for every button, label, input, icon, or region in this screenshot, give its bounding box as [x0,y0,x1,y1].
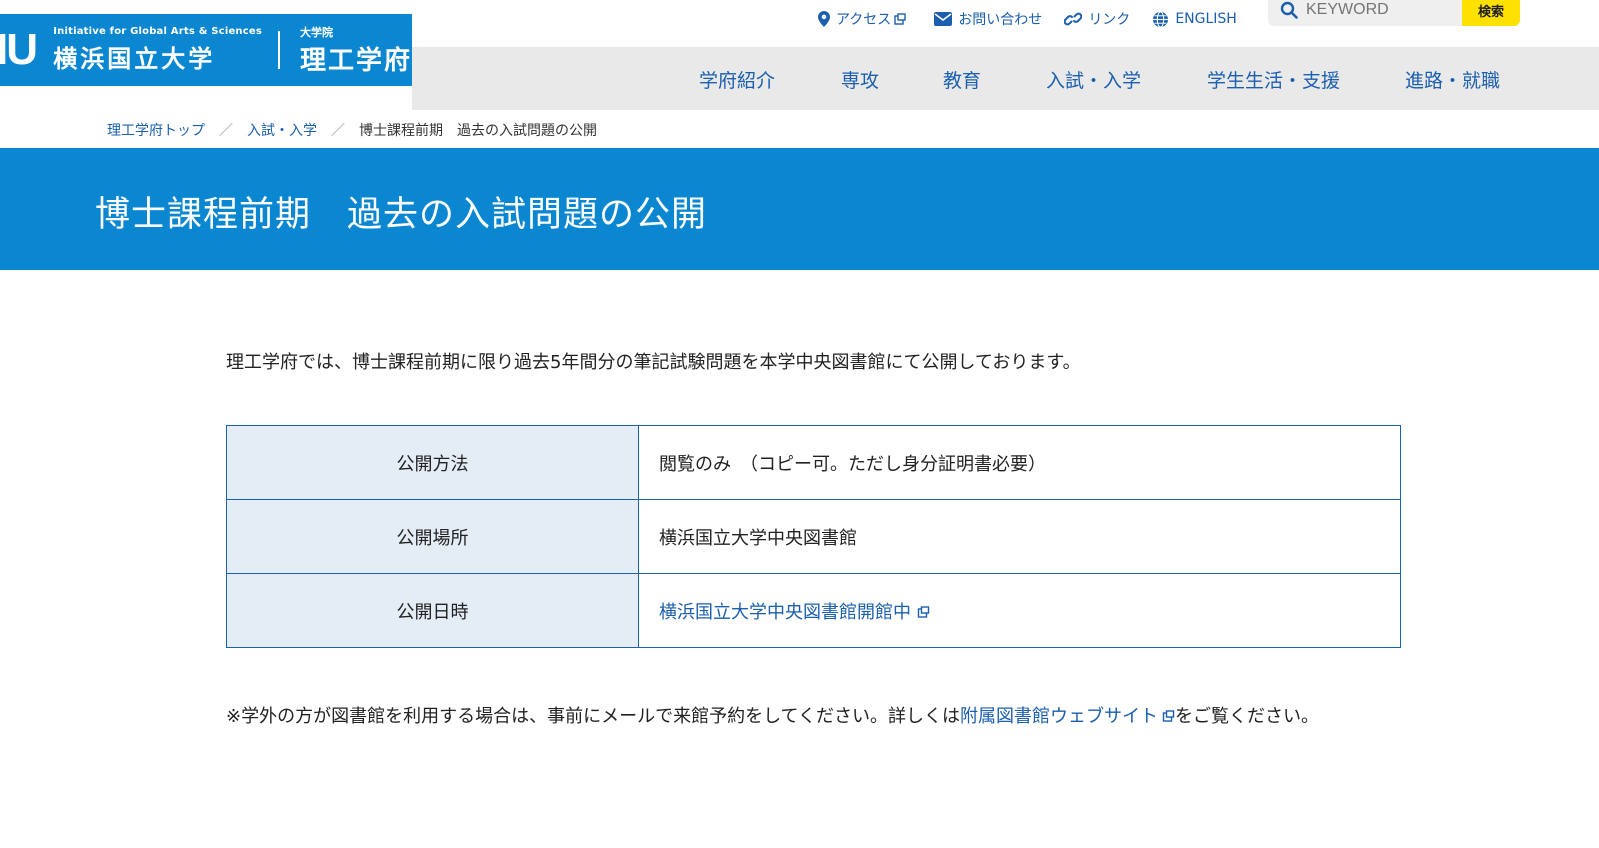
university-name-en: Initiative for Global Arts & Sciences [53,26,263,37]
nav-item-majors[interactable]: 専攻 [841,66,879,93]
breadcrumb-separator: ／ [331,123,345,139]
table-value-place: 横浜国立大学中央図書館 [638,499,1401,574]
university-name: Initiative for Global Arts & Sciences 横浜… [53,26,262,74]
globe-icon [1153,10,1169,28]
breadcrumb-current: 博士課程前期 過去の入試問題の公開 [359,123,597,139]
info-table: 公開方法 閲覧のみ （コピー可。ただし身分証明書必要） 公開場所 横浜国立大学中… [226,425,1401,648]
table-row: 公開日時 横浜国立大学中央図書館開館中 [226,573,1401,648]
logo-mark: IU [0,25,38,74]
note-text-before: ※学外の方が図書館を利用する場合は、事前にメールで来館予約をしてください。詳しく… [226,706,960,727]
external-link-icon [917,605,930,618]
search-button[interactable]: 検索 [1462,0,1520,26]
graduate-school-label: 大学院 [299,25,333,39]
utility-bar: アクセス お問い合わせ リンク ENGLISH [818,6,1259,32]
chain-link-icon [1064,12,1083,26]
table-key-method: 公開方法 [226,425,639,500]
table-key-place: 公開場所 [226,499,639,574]
faculty-name: 大学院 理工学府 [300,24,412,77]
nav-item-about[interactable]: 学府紹介 [699,66,775,93]
nav-item-admissions[interactable]: 入試・入学 [1046,66,1141,93]
search-box: 検索 [1268,0,1520,26]
search-input[interactable] [1306,0,1446,23]
access-link[interactable]: アクセス [818,9,912,29]
link-label: リンク [1088,12,1131,28]
page-title-band: 博士課程前期 過去の入試問題の公開 [0,148,1599,270]
library-note: ※学外の方が図書館を利用する場合は、事前にメールで来館予約をしてください。詳しく… [226,702,1319,728]
mail-icon [934,12,953,26]
library-website-label: 附属図書館ウェブサイト [960,706,1158,727]
main-nav: 学府紹介 専攻 教育 入試・入学 学生生活・支援 進路・就職 [412,47,1599,110]
link-page-link[interactable]: リンク [1064,9,1130,29]
breadcrumb: 理工学府トップ ／ 入試・入学 ／ 博士課程前期 過去の入試問題の公開 [107,120,597,140]
library-website-link[interactable]: 附属図書館ウェブサイト [960,706,1175,727]
nav-item-careers[interactable]: 進路・就職 [1405,66,1500,93]
site-logo[interactable]: IU Initiative for Global Arts & Sciences… [0,14,412,86]
contact-label: お問い合わせ [958,12,1043,28]
logo-divider [278,31,280,69]
english-label: ENGLISH [1175,11,1237,27]
table-key-datetime: 公開日時 [226,573,639,648]
table-row: 公開場所 横浜国立大学中央図書館 [226,499,1401,574]
intro-text: 理工学府では、博士課程前期に限り過去5年間分の筆記試験問題を本学中央図書館にて公… [226,352,1081,373]
table-row: 公開方法 閲覧のみ （コピー可。ただし身分証明書必要） [226,425,1401,500]
table-value-datetime: 横浜国立大学中央図書館開館中 [638,573,1401,648]
contact-link[interactable]: お問い合わせ [934,9,1042,29]
breadcrumb-separator: ／ [219,123,233,139]
external-link-icon [894,13,907,25]
page-title: 博士課程前期 過去の入試問題の公開 [95,195,708,235]
library-hours-label: 横浜国立大学中央図書館開館中 [659,601,911,623]
university-name-ja: 横浜国立大学 [53,45,216,73]
nav-item-education[interactable]: 教育 [943,66,981,93]
library-hours-link[interactable]: 横浜国立大学中央図書館開館中 [659,602,930,623]
access-label: アクセス [836,12,892,28]
faculty-label: 理工学府 [299,45,412,76]
nav-item-student-life[interactable]: 学生生活・支援 [1207,66,1340,93]
breadcrumb-home[interactable]: 理工学府トップ [107,120,205,140]
search-icon [1280,1,1298,19]
external-link-icon [1162,710,1175,722]
note-text-after: をご覧ください。 [1175,706,1319,727]
table-value-method: 閲覧のみ （コピー可。ただし身分証明書必要） [638,425,1401,500]
map-pin-icon [818,11,830,27]
english-link[interactable]: ENGLISH [1152,10,1237,28]
breadcrumb-admissions[interactable]: 入試・入学 [247,120,317,140]
